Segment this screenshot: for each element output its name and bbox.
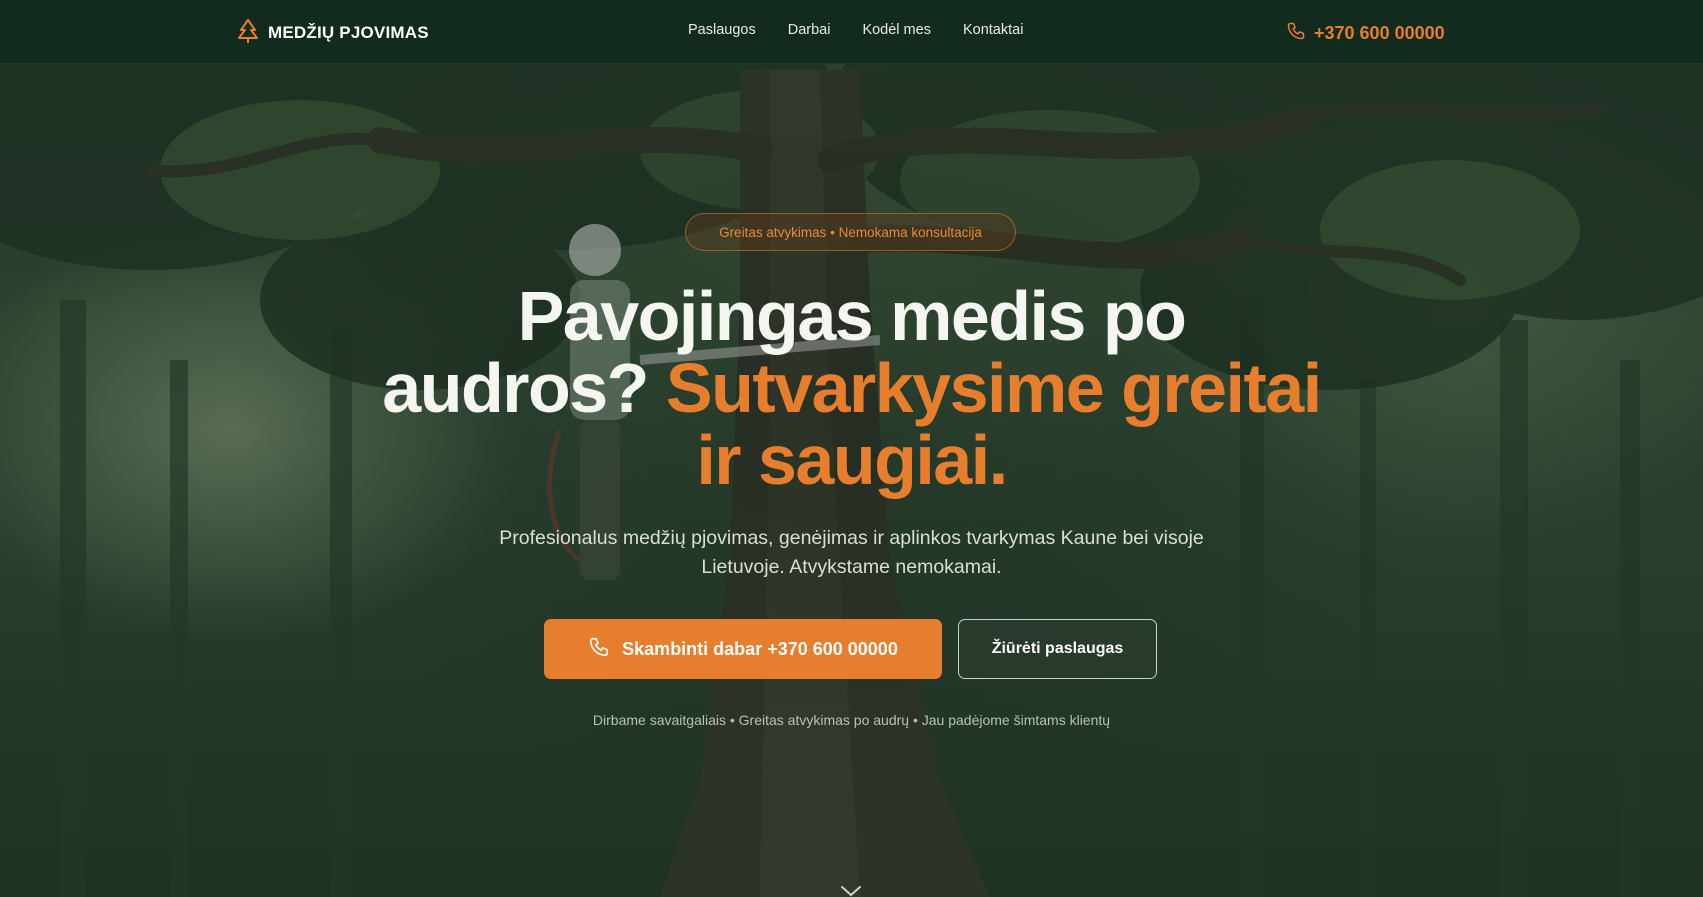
hero-subtitle: Profesionalus medžių pjovimas, genėjimas…: [499, 527, 1204, 578]
view-services-label: Žiūrėti paslaugas: [991, 640, 1124, 657]
tree-icon: [236, 18, 260, 49]
chevron-down-icon[interactable]: [840, 884, 862, 897]
call-now-label: Skambinti dabar +370 600 00000: [622, 638, 898, 659]
top-navbar: MEDŽIŲ PJOVIMAS Paslaugos Darbai Kodėl m…: [0, 0, 1703, 64]
nav-menu: Paslaugos Darbai Kodėl mes Kontaktai: [688, 22, 1023, 38]
brand-logo[interactable]: MEDŽIŲ PJOVIMAS: [236, 18, 429, 49]
trust-line: Dirbame savaitgaliais • Greitas atvykima…: [592, 712, 1111, 728]
nav-link-kodel-mes[interactable]: Kodėl mes: [862, 22, 931, 38]
nav-link-paslaugos[interactable]: Paslaugos: [688, 22, 756, 38]
phone-icon: [588, 636, 610, 663]
nav-link-kontaktai[interactable]: Kontaktai: [963, 22, 1023, 38]
call-now-button[interactable]: Skambinti dabar +370 600 00000: [544, 619, 942, 679]
view-services-button[interactable]: Žiūrėti paslaugas: [958, 619, 1157, 679]
nav-phone-number: +370 600 00000: [1314, 23, 1445, 43]
hero-headline: Pavojingas medis po audros? Sutvarkysime…: [380, 280, 1323, 496]
nav-link-darbai[interactable]: Darbai: [788, 22, 831, 38]
nav-phone-link[interactable]: +370 600 00000: [1286, 21, 1445, 46]
hero-badge: Greitas atvykimas • Nemokama konsultacij…: [685, 213, 1016, 251]
hero-badge-text: Greitas atvykimas • Nemokama konsultacij…: [719, 224, 982, 240]
headline-accent: Sutvarkysime greitai ir saugiai.: [665, 349, 1322, 499]
brand-name: MEDŽIŲ PJOVIMAS: [268, 23, 429, 42]
phone-icon: [1286, 21, 1306, 46]
